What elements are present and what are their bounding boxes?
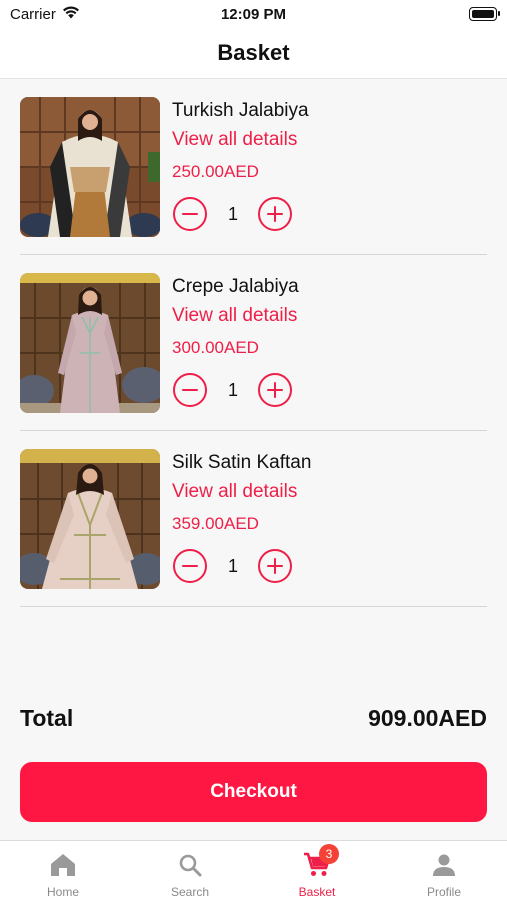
minus-icon	[182, 212, 198, 216]
tab-bar: Home Search 3 Basket Profile	[0, 840, 507, 900]
view-details-link[interactable]: View all details	[172, 129, 297, 151]
status-time: 12:09 PM	[220, 6, 287, 23]
total-value: 909.00AED	[368, 705, 487, 731]
minus-icon	[182, 388, 198, 392]
decrease-quantity-button[interactable]	[173, 373, 207, 407]
product-image[interactable]	[20, 97, 160, 237]
quantity-value: 1	[227, 556, 238, 576]
status-bar: Carrier 12:09 PM	[0, 0, 507, 28]
minus-icon	[182, 564, 198, 568]
product-price: 359.00AED	[172, 514, 259, 533]
basket-item: Turkish Jalabiya View all details 250.00…	[20, 97, 487, 255]
checkout-label: Checkout	[210, 781, 297, 802]
product-price: 250.00AED	[172, 162, 259, 181]
quantity-stepper: 1	[172, 549, 292, 585]
basket-item: Silk Satin Kaftan View all details 359.0…	[20, 449, 487, 607]
tab-search[interactable]: Search	[127, 841, 253, 900]
increase-quantity-button[interactable]	[258, 373, 292, 407]
product-name: Turkish Jalabiya	[172, 100, 309, 121]
quantity-stepper: 1	[172, 197, 292, 233]
search-icon	[178, 851, 202, 879]
basket-item: Crepe Jalabiya View all details 300.00AE…	[20, 273, 487, 431]
quantity-value: 1	[227, 204, 238, 224]
cart-icon: 3	[303, 844, 339, 879]
checkout-button[interactable]: Checkout	[20, 762, 487, 822]
quantity-stepper: 1	[172, 373, 292, 409]
product-image[interactable]	[20, 449, 160, 589]
page-title: Basket	[217, 40, 290, 65]
decrease-quantity-button[interactable]	[173, 549, 207, 583]
product-name: Silk Satin Kaftan	[172, 452, 312, 473]
product-image[interactable]	[20, 273, 160, 413]
view-details-link[interactable]: View all details	[172, 481, 297, 503]
battery-icon	[469, 7, 500, 21]
tab-home[interactable]: Home	[0, 841, 126, 900]
increase-quantity-button[interactable]	[258, 197, 292, 231]
tab-label: Home	[46, 885, 79, 899]
tab-label: Profile	[426, 885, 461, 899]
profile-icon	[432, 851, 456, 879]
tab-basket[interactable]: 3 Basket	[254, 841, 380, 900]
product-name: Crepe Jalabiya	[172, 276, 299, 297]
tab-label: Search	[170, 885, 210, 899]
decrease-quantity-button[interactable]	[173, 197, 207, 231]
home-icon	[50, 851, 76, 879]
total-label: Total	[20, 705, 74, 731]
quantity-value: 1	[227, 380, 238, 400]
basket-count-badge: 3	[319, 844, 339, 864]
tab-label: Basket	[298, 885, 336, 899]
product-price: 300.00AED	[172, 338, 259, 357]
view-details-link[interactable]: View all details	[172, 305, 297, 327]
navigation-header: Basket	[0, 28, 507, 79]
increase-quantity-button[interactable]	[258, 549, 292, 583]
tab-profile[interactable]: Profile	[381, 841, 507, 900]
